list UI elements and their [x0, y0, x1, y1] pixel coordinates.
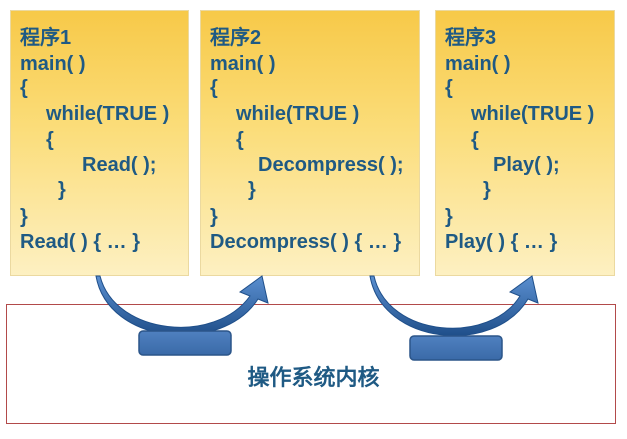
switch-block-1 [138, 330, 232, 356]
curved-arrow-1-to-2-icon [95, 275, 269, 336]
switch-block-2 [409, 335, 503, 361]
curved-arrow-2-to-3-icon [369, 275, 539, 337]
context-switch-arrows [95, 275, 539, 361]
